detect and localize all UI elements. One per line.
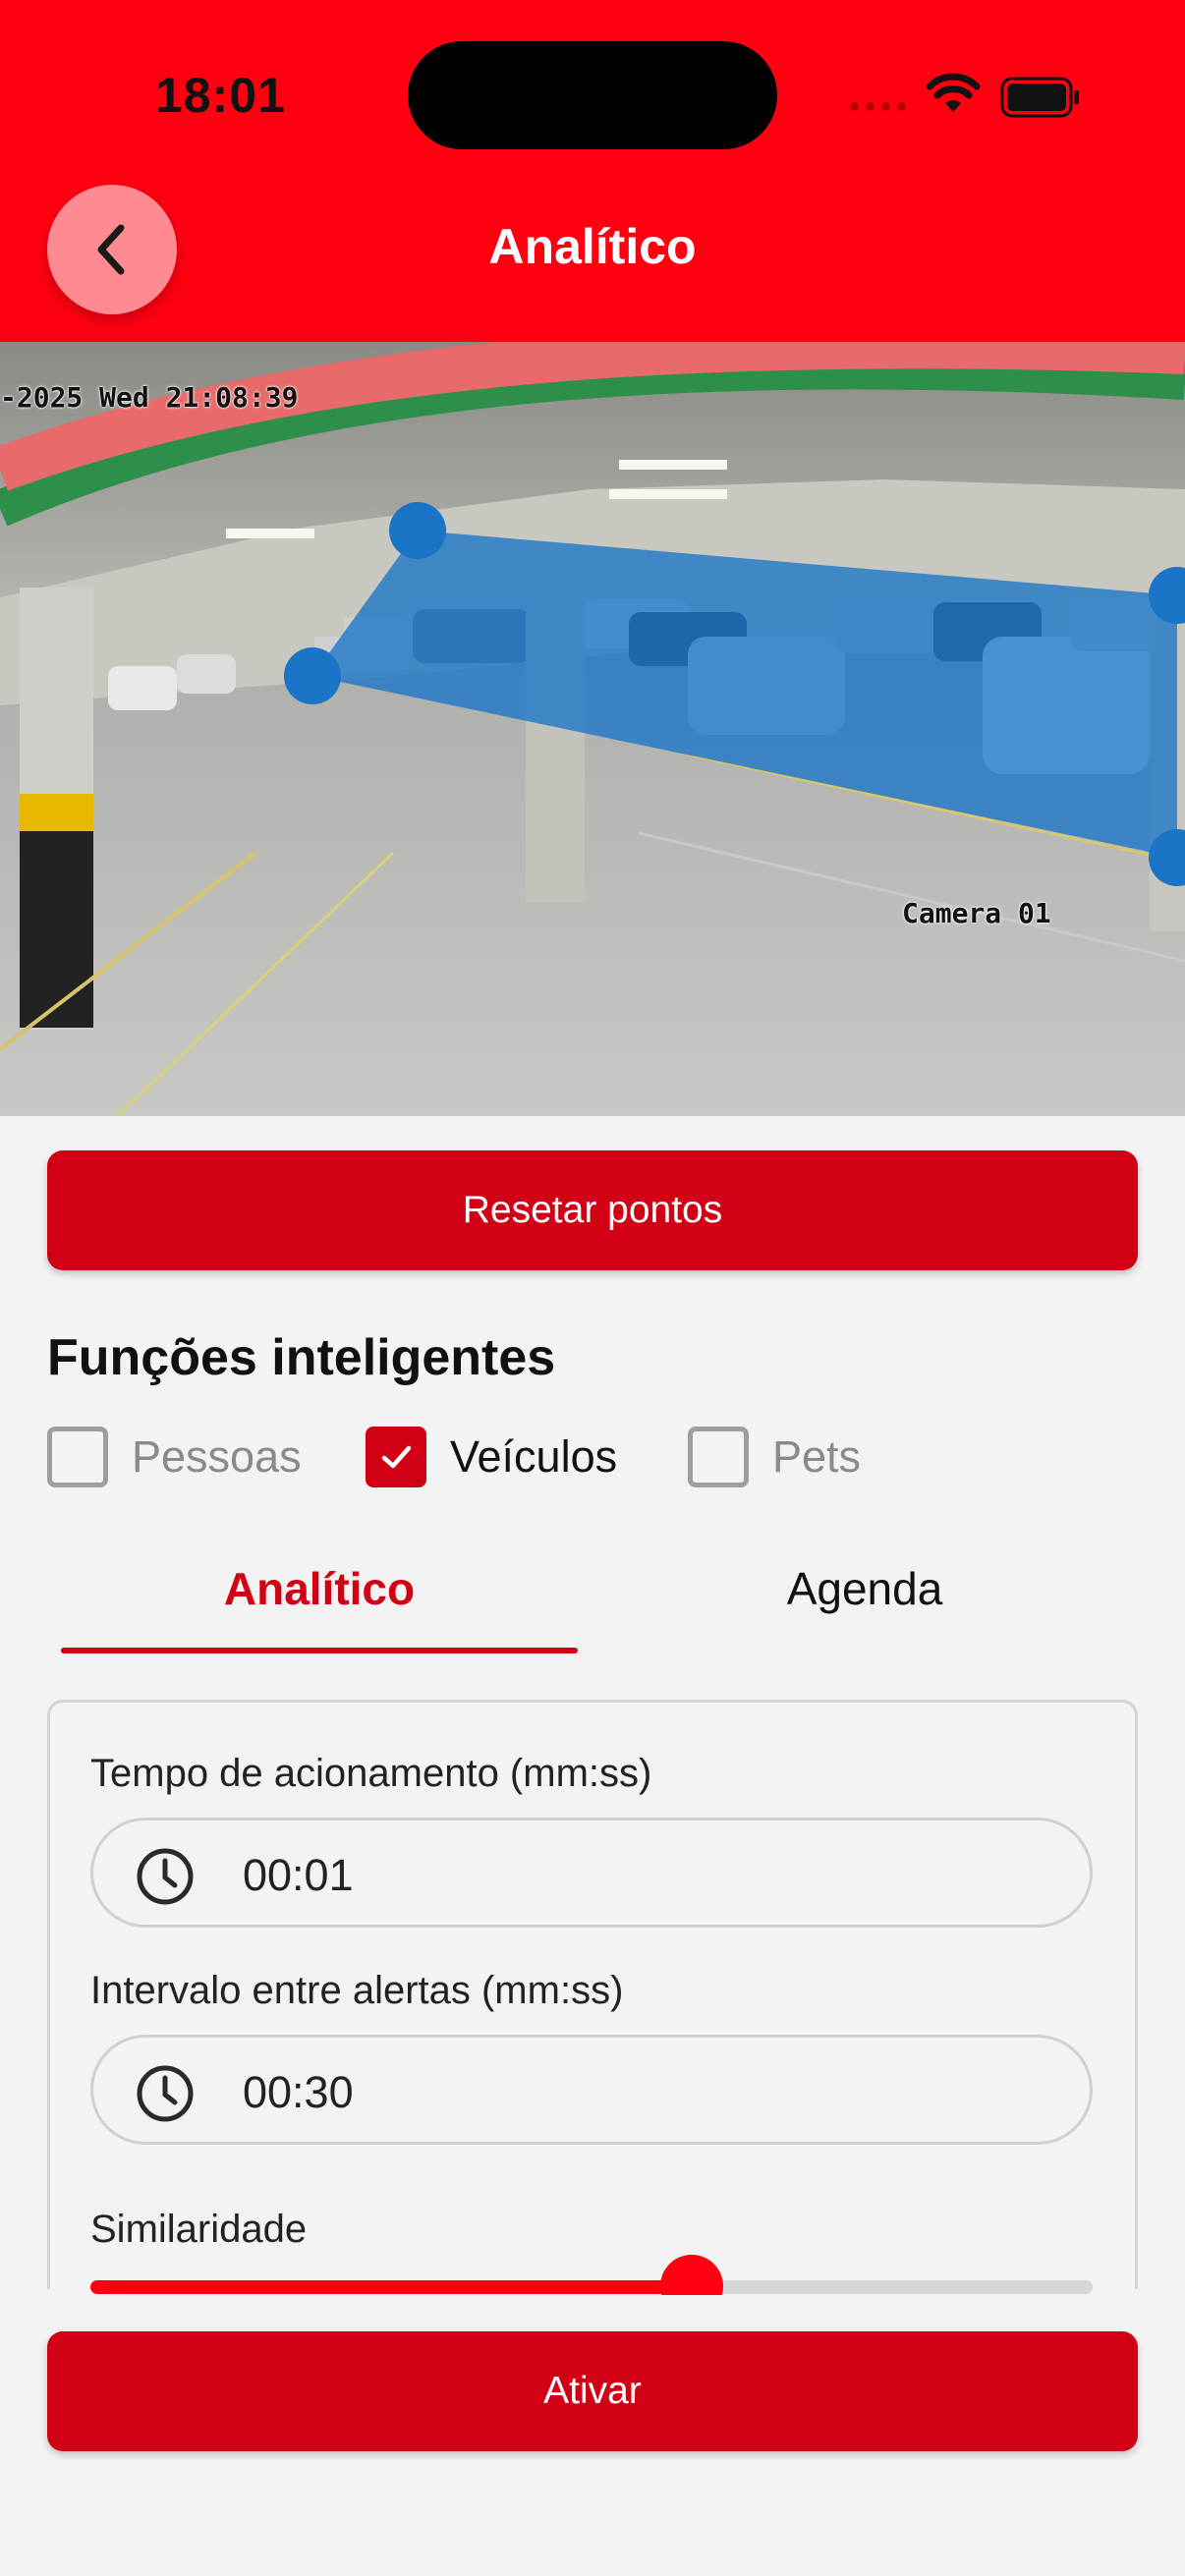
alert-interval-field[interactable]: 00:30	[90, 2035, 1093, 2145]
checkbox-label: Pessoas	[132, 1431, 302, 1482]
cellular-signal-icon	[850, 102, 906, 111]
checkmark-icon	[381, 1445, 412, 1469]
clock-icon	[137, 2065, 194, 2122]
trigger-time-field[interactable]: 00:01	[90, 1818, 1093, 1928]
checkbox-label: Veículos	[450, 1431, 618, 1482]
zone-handle	[284, 647, 341, 704]
checkbox-box[interactable]	[47, 1427, 108, 1487]
dynamic-island	[408, 41, 777, 149]
checkbox-box[interactable]	[688, 1427, 749, 1487]
slider-fill	[90, 2280, 692, 2294]
tab-schedule[interactable]: Agenda	[609, 1562, 1120, 1615]
wifi-icon	[926, 73, 981, 112]
battery-icon	[1000, 77, 1079, 118]
smart-functions-title: Funções inteligentes	[47, 1329, 556, 1386]
similarity-slider[interactable]	[90, 2255, 1093, 2318]
alert-interval-label: Intervalo entre alertas (mm:ss)	[90, 1969, 624, 2012]
camera-timestamp: -2025 Wed 21:08:39	[0, 381, 299, 414]
checkbox-label: Pets	[772, 1431, 862, 1482]
camera-scene	[0, 342, 1185, 1116]
camera-name: Camera 01	[902, 897, 1051, 929]
clock-icon	[137, 1848, 194, 1905]
checkbox-pets[interactable]: Pets	[688, 1427, 861, 1487]
app-header: 18:01 Analítico	[0, 0, 1185, 342]
active-tab-indicator	[61, 1648, 578, 1653]
page-title: Analítico	[488, 219, 697, 274]
trigger-time-value: 00:01	[243, 1850, 354, 1900]
alert-interval-value: 00:30	[243, 2067, 354, 2117]
trigger-time-label: Tempo de acionamento (mm:ss)	[90, 1752, 652, 1795]
zone-handle	[389, 502, 446, 559]
activate-button[interactable]: Ativar	[47, 2331, 1138, 2451]
status-time: 18:01	[155, 68, 286, 123]
camera-preview[interactable]: -2025 Wed 21:08:39 Camera 01	[0, 342, 1185, 1116]
checkbox-people[interactable]: Pessoas	[47, 1427, 302, 1487]
tab-analytic[interactable]: Analítico	[61, 1562, 578, 1615]
checkbox-vehicles[interactable]: Veículos	[366, 1427, 617, 1487]
reset-points-button[interactable]: Resetar pontos	[47, 1150, 1138, 1270]
checkbox-box[interactable]	[366, 1427, 426, 1487]
similarity-label: Similaridade	[90, 2208, 308, 2251]
